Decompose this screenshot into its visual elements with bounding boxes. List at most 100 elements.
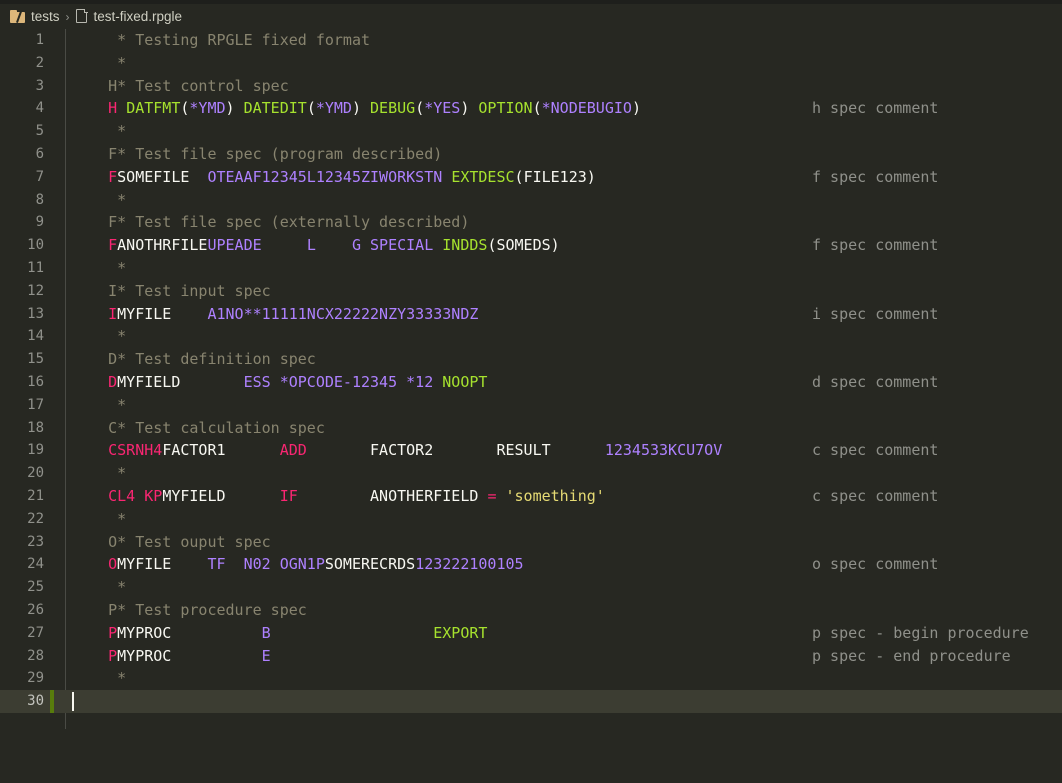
code-line[interactable]: 24 OMYFILE TF N02 OGN1PSOMERECRDS1232221… bbox=[0, 553, 1062, 576]
line-content[interactable]: IMYFILE A1NO**11111NCX22222NZY33333NDZ bbox=[72, 303, 478, 326]
line-content[interactable]: * bbox=[72, 667, 126, 690]
line-content[interactable]: H DATFMT(*YMD) DATEDIT(*YMD) DEBUG(*YES)… bbox=[72, 97, 641, 120]
code-line[interactable]: 13 IMYFILE A1NO**11111NCX22222NZY33333ND… bbox=[0, 303, 1062, 326]
code-line[interactable]: 20 * bbox=[0, 462, 1062, 485]
token-spec: F bbox=[72, 236, 118, 255]
code-line[interactable]: 30 bbox=[0, 690, 1062, 713]
token-plain: MYFILE bbox=[117, 555, 208, 574]
line-content[interactable]: * bbox=[72, 120, 126, 143]
line-content[interactable]: * bbox=[72, 394, 126, 417]
token-plain: MYFIELD bbox=[117, 372, 244, 391]
code-lines[interactable]: 1 * Testing RPGLE fixed format 2 * 3 H* Te… bbox=[0, 29, 1062, 713]
token-num: *YMD bbox=[189, 99, 226, 118]
breadcrumb[interactable]: tests › test-fixed.rpgle bbox=[0, 4, 1062, 29]
token-cmt: * bbox=[72, 122, 127, 141]
code-line[interactable]: 11 * bbox=[0, 257, 1062, 280]
line-content[interactable]: * Testing RPGLE fixed format bbox=[72, 29, 370, 52]
token-punc: ) bbox=[460, 99, 479, 118]
line-content[interactable]: FANOTHRFILEUPEADE L G SPECIAL INDDS(SOME… bbox=[72, 234, 560, 257]
code-line[interactable]: 26 P* Test procedure spec bbox=[0, 599, 1062, 622]
line-content[interactable]: I* Test input spec bbox=[72, 280, 271, 303]
line-content[interactable]: FSOMEFILE OTEAAF12345L12345ZIWORKSTN EXT… bbox=[72, 166, 596, 189]
code-line[interactable]: 12 I* Test input spec bbox=[0, 280, 1062, 303]
line-content[interactable]: C* Test calculation spec bbox=[72, 417, 325, 440]
code-line[interactable]: 2 * bbox=[0, 52, 1062, 75]
line-content[interactable]: F* Test file spec (externally described) bbox=[72, 211, 469, 234]
line-content[interactable]: PMYPROC E bbox=[72, 645, 271, 668]
code-line[interactable]: 4 H DATFMT(*YMD) DATEDIT(*YMD) DEBUG(*YE… bbox=[0, 97, 1062, 120]
line-content[interactable]: O* Test ouput spec bbox=[72, 531, 271, 554]
code-line[interactable]: 14 * bbox=[0, 325, 1062, 348]
code-line[interactable]: 22 * bbox=[0, 508, 1062, 531]
code-line[interactable]: 19 CSRNH4FACTOR1 ADD FACTOR2 RESULT 1234… bbox=[0, 439, 1062, 462]
token-num: ESS *OPCODE-12345 *12 bbox=[243, 372, 434, 391]
code-line[interactable]: 17 * bbox=[0, 394, 1062, 417]
line-content[interactable]: OMYFILE TF N02 OGN1PSOMERECRDS1232221001… bbox=[72, 553, 524, 576]
line-content[interactable]: * bbox=[72, 576, 126, 599]
token-spec: F bbox=[72, 167, 118, 186]
line-content[interactable]: * bbox=[72, 52, 126, 75]
trailing-comment: h spec comment bbox=[812, 99, 939, 118]
line-content[interactable]: CL4 KPMYFIELD IF ANOTHERFIELD = 'somethi… bbox=[72, 485, 605, 508]
line-content[interactable]: * bbox=[72, 325, 126, 348]
token-plain: ANOTHERFIELD bbox=[297, 486, 488, 505]
code-line[interactable]: 5 * bbox=[0, 120, 1062, 143]
line-content[interactable]: * bbox=[72, 257, 126, 280]
token-spec: H bbox=[72, 99, 118, 118]
trailing-comment: o spec comment bbox=[812, 555, 939, 574]
breadcrumb-item-folder[interactable]: tests bbox=[10, 9, 60, 24]
code-line[interactable]: 27 PMYPROC B EXPORT p spec - begin proced… bbox=[0, 622, 1062, 645]
line-content[interactable]: * bbox=[72, 462, 126, 485]
breadcrumb-file-label: test-fixed.rpgle bbox=[93, 9, 183, 24]
line-content[interactable]: PMYPROC B EXPORT bbox=[72, 622, 487, 645]
line-number: 29 bbox=[27, 670, 44, 687]
token-cmt: I* Test input spec bbox=[72, 281, 271, 300]
line-content[interactable]: * bbox=[72, 508, 126, 531]
code-line[interactable]: 16 DMYFIELD ESS *OPCODE-12345 *12 NOOPT d… bbox=[0, 371, 1062, 394]
line-number: 19 bbox=[27, 442, 44, 459]
line-content[interactable]: CSRNH4FACTOR1 ADD FACTOR2 RESULT 1234533… bbox=[72, 439, 722, 462]
code-editor[interactable]: 1 * Testing RPGLE fixed format 2 * 3 H* Te… bbox=[0, 29, 1062, 783]
token-cmt: D* Test definition spec bbox=[72, 350, 316, 369]
text-cursor bbox=[72, 692, 74, 712]
trailing-comment: f spec comment bbox=[812, 167, 939, 186]
line-number: 20 bbox=[27, 465, 44, 482]
line-content[interactable]: D* Test definition spec bbox=[72, 348, 316, 371]
code-line[interactable]: 7 FSOMEFILE OTEAAF12345L12345ZIWORKSTN E… bbox=[0, 166, 1062, 189]
line-number: 27 bbox=[27, 624, 44, 641]
breadcrumb-item-file[interactable]: test-fixed.rpgle bbox=[75, 9, 183, 24]
line-content[interactable]: DMYFIELD ESS *OPCODE-12345 *12 NOOPT bbox=[72, 371, 487, 394]
token-cmt: P* Test procedure spec bbox=[72, 600, 307, 619]
code-line[interactable]: 1 * Testing RPGLE fixed format bbox=[0, 29, 1062, 52]
line-content[interactable]: P* Test procedure spec bbox=[72, 599, 307, 622]
token-plain: FACTOR1 bbox=[162, 441, 226, 460]
token-plain: FILE123 bbox=[523, 167, 587, 186]
code-line[interactable]: 3 H* Test control spec bbox=[0, 75, 1062, 98]
code-line[interactable]: 25 * bbox=[0, 576, 1062, 599]
code-line[interactable]: 29 * bbox=[0, 667, 1062, 690]
code-line[interactable]: 10 FANOTHRFILEUPEADE L G SPECIAL INDDS(S… bbox=[0, 234, 1062, 257]
line-content[interactable]: * bbox=[72, 189, 126, 212]
code-line[interactable]: 8 * bbox=[0, 189, 1062, 212]
token-punc: ) bbox=[351, 99, 371, 118]
token-num: 123222100105 bbox=[415, 555, 524, 574]
token-spec: P bbox=[72, 623, 118, 642]
line-content[interactable]: H* Test control spec bbox=[72, 75, 289, 98]
token-cmt: O* Test ouput spec bbox=[72, 532, 271, 551]
code-line[interactable]: 21 CL4 KPMYFIELD IF ANOTHERFIELD = 'some… bbox=[0, 485, 1062, 508]
code-line[interactable]: 6 F* Test file spec (program described) bbox=[0, 143, 1062, 166]
token-punc: ) bbox=[225, 99, 244, 118]
code-line[interactable]: 18 C* Test calculation spec bbox=[0, 417, 1062, 440]
line-content[interactable]: F* Test file spec (program described) bbox=[72, 143, 442, 166]
token-str: 'something' bbox=[505, 486, 605, 505]
code-line[interactable]: 9 F* Test file spec (externally describe… bbox=[0, 211, 1062, 234]
code-line[interactable]: 15 D* Test definition spec bbox=[0, 348, 1062, 371]
code-line[interactable]: 23 O* Test ouput spec bbox=[0, 531, 1062, 554]
token-cmt: * bbox=[72, 258, 127, 277]
token-num: *YES bbox=[424, 99, 461, 118]
code-line[interactable]: 28 PMYPROC Ep spec - end procedure bbox=[0, 645, 1062, 668]
